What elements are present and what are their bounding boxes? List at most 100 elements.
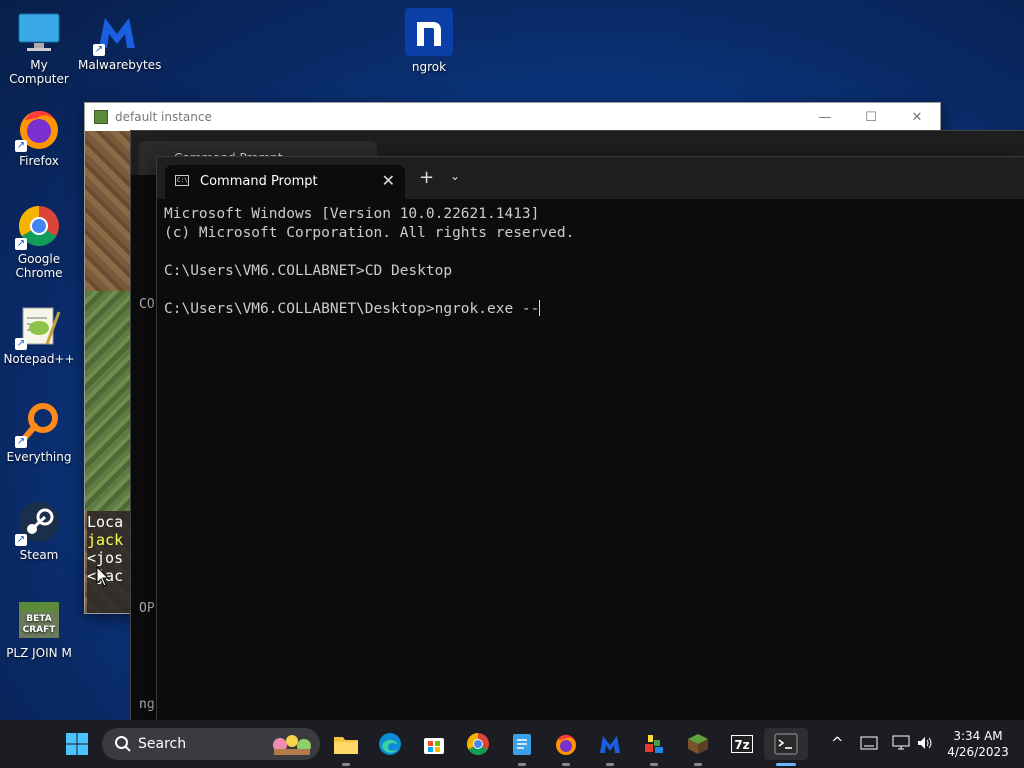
desktop-icon-label: Malwarebytes [78, 58, 162, 72]
chrome-icon: ↗ [15, 204, 61, 250]
shortcut-arrow-icon: ↗ [15, 436, 27, 448]
background-terminal-text: OP [139, 601, 155, 616]
taskbar-malwarebytes[interactable] [594, 728, 626, 766]
desktop-icon-label: Google Chrome [15, 252, 63, 280]
desktop-icon-betacraft[interactable]: BETA CRAFT PLZ JOIN M [0, 598, 78, 660]
chat-line: Loca [87, 513, 124, 531]
close-button[interactable]: ✕ [894, 110, 940, 125]
mouse-pointer-icon [96, 566, 110, 587]
taskbar-clock[interactable]: 3:34 AM 4/26/2023 [940, 728, 1016, 760]
everything-search-icon: ↗ [15, 402, 61, 448]
search-highlight-icon [273, 735, 311, 755]
shortcut-arrow-icon: ↗ [15, 140, 27, 152]
desktop-icon-malwarebytes[interactable]: ↗ Malwarebytes [78, 10, 161, 72]
desktop-icon-ngrok[interactable]: ngrok [390, 8, 468, 74]
minecraft-game-view[interactable]: Loca jack <jos <jac _ [85, 131, 131, 613]
terminal-input-line[interactable]: C:\Users\VM6.COLLABNET\Desktop>ngrok.exe… [164, 300, 574, 319]
chat-line: <jos [87, 549, 124, 567]
text-cursor [539, 300, 541, 316]
taskbar-firefox[interactable] [550, 728, 582, 766]
terminal-line: ​ [164, 281, 574, 300]
terminal-line: C:\Users\VM6.COLLABNET>CD Desktop [164, 263, 453, 279]
terminal-icon [774, 733, 798, 755]
taskbar-app-blocks[interactable] [638, 728, 670, 766]
notepadpp-icon: ↗ [15, 304, 61, 350]
malwarebytes-icon: ↗ [93, 10, 139, 56]
desktop-icon-label: Steam [19, 548, 59, 562]
desktop-icon-label: PLZ JOIN M [6, 646, 72, 660]
background-terminal-text: CO [139, 297, 155, 312]
minecraft-logo-icon [94, 110, 108, 124]
minecraft-window-title: default instance [115, 110, 212, 124]
terminal-line: ​ [164, 243, 574, 262]
firefox-icon [556, 734, 576, 755]
chrome-icon [467, 733, 489, 755]
malwarebytes-icon [600, 736, 620, 753]
tab-dropdown-button[interactable]: ⌄ [450, 169, 460, 183]
7zip-icon: 7z [731, 735, 753, 753]
taskbar-notepad[interactable] [506, 728, 538, 766]
grass-block-icon [688, 734, 708, 754]
desktop-icon-my-computer[interactable]: My Computer [0, 10, 78, 86]
tab-title: Command Prompt [200, 174, 318, 189]
taskbar-file-explorer[interactable] [330, 728, 362, 766]
running-indicator [606, 763, 614, 766]
tray-overflow-chevron[interactable]: ^ [831, 734, 844, 752]
running-indicator [342, 763, 350, 766]
chat-line: jack [87, 531, 124, 549]
taskbar-7zip[interactable]: 7z [726, 728, 758, 760]
desktop-icon-google-chrome[interactable]: ↗ Google Chrome [0, 204, 78, 280]
terminal-command: C:\Users\VM6.COLLABNET\Desktop>ngrok.exe… [164, 301, 540, 317]
terminal-line: (c) Microsoft Corporation. All rights re… [164, 225, 575, 241]
desktop-icon-everything[interactable]: ↗ Everything [0, 402, 78, 464]
minimize-button[interactable]: — [802, 110, 848, 125]
ngrok-icon [405, 8, 453, 56]
betacraft-icon: BETA CRAFT [17, 598, 61, 642]
tab-command-prompt[interactable]: C:\ Command Prompt ✕ [165, 165, 405, 199]
tray-network-icon[interactable] [892, 735, 910, 754]
desktop-icon-label: Everything [6, 450, 72, 464]
running-indicator [694, 763, 702, 766]
new-tab-button[interactable]: + [419, 167, 434, 188]
search-placeholder: Search [138, 736, 187, 752]
desktop-icon-notepadpp[interactable]: ↗ Notepad++ [0, 304, 78, 366]
svg-text:CRAFT: CRAFT [23, 625, 57, 635]
taskbar-store[interactable] [418, 728, 450, 760]
clock-time: 3:34 AM [953, 729, 1003, 743]
shortcut-arrow-icon: ↗ [93, 44, 105, 56]
steam-icon: ↗ [15, 500, 61, 546]
notepad-icon [513, 734, 531, 755]
active-indicator [776, 763, 796, 766]
command-prompt-window[interactable]: C:\ Command Prompt ✕ + ⌄ Microsoft Windo… [156, 156, 1024, 722]
taskbar-chrome[interactable] [462, 728, 494, 760]
tray-keyboard-icon[interactable] [860, 736, 878, 753]
start-button[interactable] [61, 728, 93, 760]
desktop-icon-label: Notepad++ [3, 352, 75, 366]
running-indicator [650, 763, 658, 766]
cmd-icon: C:\ [175, 175, 189, 186]
taskbar-minecraft[interactable] [682, 728, 714, 766]
taskbar-terminal[interactable] [764, 728, 808, 766]
taskbar-edge[interactable] [374, 728, 406, 760]
chat-prompt: _ [87, 599, 97, 613]
firefox-icon: ↗ [15, 106, 61, 152]
desktop-icon-steam[interactable]: ↗ Steam [0, 500, 78, 562]
folder-icon [334, 737, 358, 754]
grass-texture [85, 291, 131, 511]
shortcut-arrow-icon: ↗ [15, 238, 27, 250]
shortcut-arrow-icon: ↗ [15, 338, 27, 350]
running-indicator [562, 763, 570, 766]
monitor-icon [17, 10, 61, 54]
terminal-output[interactable]: Microsoft Windows [Version 10.0.22621.14… [164, 205, 574, 319]
minecraft-chat: Loca jack <jos <jac _ [87, 511, 131, 613]
tray-volume-icon[interactable] [916, 735, 934, 754]
desktop-icon-label: ngrok [411, 60, 447, 74]
minecraft-titlebar[interactable]: default instance — ☐ ✕ [85, 103, 940, 131]
app-blocks-icon [645, 735, 663, 753]
store-icon [424, 738, 444, 754]
close-tab-icon[interactable]: ✕ [382, 171, 395, 190]
svg-text:BETA: BETA [26, 614, 51, 624]
taskbar-search-box[interactable]: Search [102, 728, 320, 760]
desktop-icon-firefox[interactable]: ↗ Firefox [0, 106, 78, 168]
maximize-button[interactable]: ☐ [848, 110, 894, 125]
